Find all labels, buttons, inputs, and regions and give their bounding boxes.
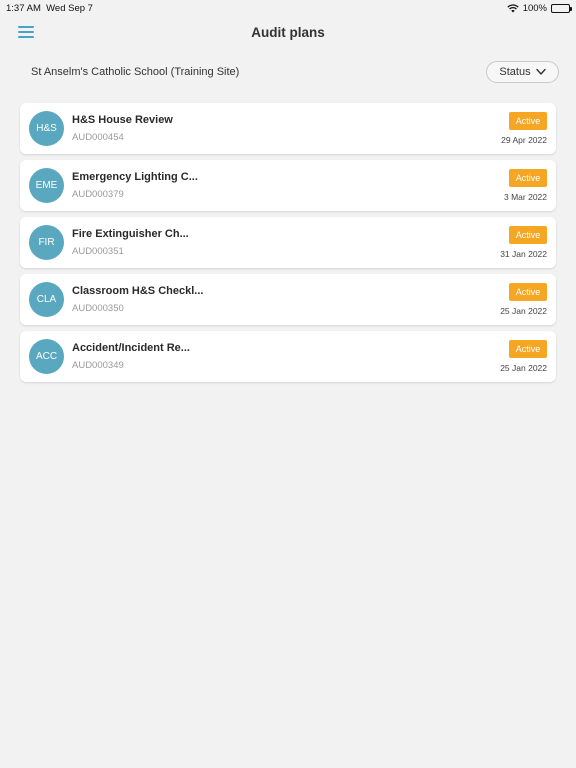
- page-title: Audit plans: [251, 25, 325, 40]
- audit-card[interactable]: ACC Accident/Incident Re... AUD000349 Ac…: [20, 331, 556, 382]
- audit-avatar: FIR: [29, 225, 64, 260]
- battery-icon: [551, 4, 572, 13]
- audit-card[interactable]: EME Emergency Lighting C... AUD000379 Ac…: [20, 160, 556, 211]
- audit-title: Accident/Incident Re...: [72, 342, 190, 354]
- status-badge: Active: [509, 283, 547, 301]
- status-badge: Active: [509, 226, 547, 244]
- audit-code: AUD000454: [72, 132, 124, 143]
- navigation-bar: Audit plans: [0, 16, 576, 52]
- audit-title: H&S House Review: [72, 114, 173, 126]
- status-badge: Active: [509, 340, 547, 358]
- status-right: 100%: [507, 3, 572, 14]
- status-badge: Active: [509, 112, 547, 130]
- audit-plan-list: H&S H&S House Review AUD000454 Active 29…: [20, 103, 556, 388]
- status-filter-label: Status: [499, 66, 531, 78]
- status-time: 1:37 AM Wed Sep 7: [6, 3, 93, 14]
- audit-title: Fire Extinguisher Ch...: [72, 228, 189, 240]
- audit-avatar: EME: [29, 168, 64, 203]
- audit-date: 25 Jan 2022: [500, 306, 547, 316]
- status-filter-button[interactable]: Status: [486, 61, 559, 83]
- audit-date: 25 Jan 2022: [500, 363, 547, 373]
- audit-code: AUD000379: [72, 189, 124, 200]
- status-badge: Active: [509, 169, 547, 187]
- audit-code: AUD000350: [72, 303, 124, 314]
- audit-avatar: H&S: [29, 111, 64, 146]
- audit-date: 29 Apr 2022: [501, 135, 547, 145]
- audit-card[interactable]: FIR Fire Extinguisher Ch... AUD000351 Ac…: [20, 217, 556, 268]
- status-bar: 1:37 AM Wed Sep 7 100%: [0, 0, 576, 16]
- audit-card[interactable]: H&S H&S House Review AUD000454 Active 29…: [20, 103, 556, 154]
- audit-code: AUD000349: [72, 360, 124, 371]
- audit-date: 3 Mar 2022: [504, 192, 547, 202]
- site-name: St Anselm's Catholic School (Training Si…: [31, 66, 240, 78]
- audit-avatar: CLA: [29, 282, 64, 317]
- status-date-text: Wed Sep 7: [46, 3, 93, 14]
- audit-date: 31 Jan 2022: [500, 249, 547, 259]
- audit-avatar: ACC: [29, 339, 64, 374]
- audit-code: AUD000351: [72, 246, 124, 257]
- battery-percent: 100%: [522, 3, 547, 14]
- audit-title: Classroom H&S Checkl...: [72, 285, 204, 297]
- chevron-down-icon: [535, 68, 546, 75]
- audit-title: Emergency Lighting C...: [72, 171, 198, 183]
- wifi-icon: [507, 4, 519, 13]
- status-time-text: 1:37 AM: [6, 3, 41, 14]
- audit-card[interactable]: CLA Classroom H&S Checkl... AUD000350 Ac…: [20, 274, 556, 325]
